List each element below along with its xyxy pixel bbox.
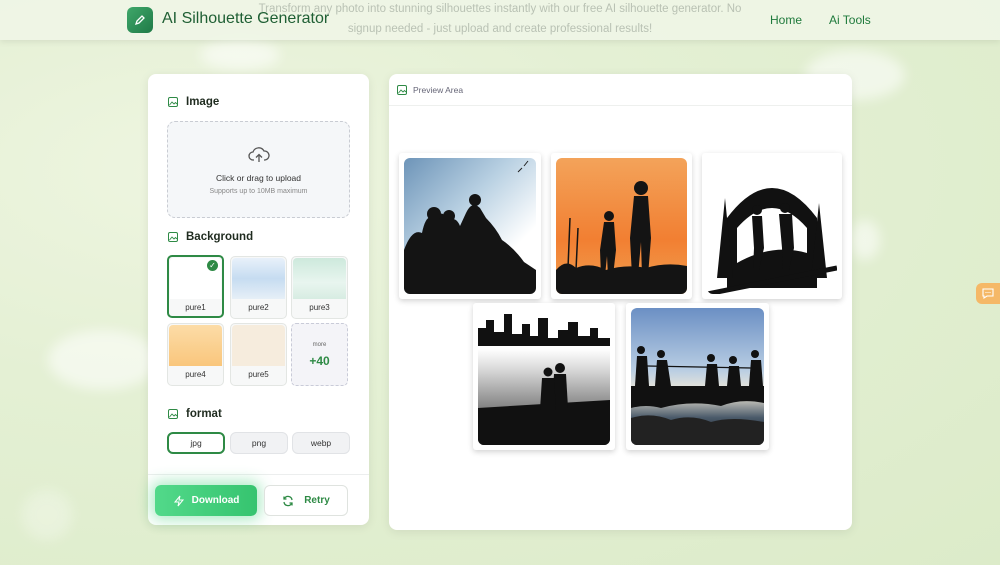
- background-option-pure5[interactable]: pure5: [230, 323, 287, 386]
- format-jpg[interactable]: jpg: [167, 432, 225, 454]
- chat-button[interactable]: [976, 283, 1000, 304]
- background-option-pure4[interactable]: pure4: [167, 323, 224, 386]
- image-icon: [397, 84, 407, 95]
- silhouette-image: [478, 308, 610, 445]
- nav-ai-tools[interactable]: Ai Tools: [829, 13, 871, 27]
- silhouette-image: [556, 158, 687, 294]
- image-icon: [168, 97, 178, 107]
- silhouette-image: [404, 158, 536, 294]
- silhouette-image: [707, 158, 837, 294]
- logo-icon[interactable]: [127, 7, 153, 33]
- background-option-pure1[interactable]: ✓ pure1: [167, 255, 224, 318]
- image-section-title: Image: [168, 96, 219, 108]
- nav-home[interactable]: Home: [770, 13, 802, 27]
- settings-panel: Image Click or drag to upload Supports u…: [148, 74, 369, 525]
- preview-thumbnail[interactable]: [626, 303, 769, 450]
- format-webp[interactable]: webp: [292, 432, 350, 454]
- brand-title[interactable]: AI Silhouette Generator: [162, 10, 329, 28]
- preview-thumbnail[interactable]: [551, 153, 692, 299]
- format-section-title: format: [168, 408, 222, 420]
- top-header: Transform any photo into stunning silhou…: [0, 0, 1000, 40]
- format-png[interactable]: png: [230, 432, 288, 454]
- image-icon: [168, 409, 178, 419]
- bg-blob: [850, 220, 880, 260]
- background-option-pure3[interactable]: pure3: [291, 256, 348, 319]
- image-icon: [168, 232, 178, 242]
- cloud-upload-icon: [248, 147, 270, 162]
- preview-panel: Preview Area: [389, 74, 852, 530]
- preview-thumbnail[interactable]: [473, 303, 615, 450]
- more-backgrounds-button[interactable]: more +40: [291, 323, 348, 386]
- background-option-pure2[interactable]: pure2: [230, 256, 287, 319]
- upload-hint: Supports up to 10MB maximum: [209, 188, 308, 195]
- chat-icon: [982, 288, 994, 299]
- upload-text: Click or drag to upload: [215, 173, 302, 183]
- refresh-icon: [283, 495, 293, 506]
- preview-thumbnail[interactable]: [702, 153, 842, 299]
- check-icon: ✓: [207, 260, 218, 271]
- divider: [148, 474, 369, 475]
- retry-button[interactable]: Retry: [264, 485, 348, 516]
- lightning-icon: [173, 495, 184, 506]
- silhouette-image: [631, 308, 764, 445]
- bg-blob: [22, 490, 72, 540]
- preview-title: Preview Area: [413, 84, 464, 95]
- preview-header: Preview Area: [389, 74, 852, 106]
- download-button[interactable]: Download: [155, 485, 257, 516]
- upload-dropzone[interactable]: Click or drag to upload Supports up to 1…: [167, 121, 350, 218]
- preview-thumbnail[interactable]: [399, 153, 541, 299]
- bg-blob: [200, 40, 280, 70]
- background-section-title: Background: [168, 231, 253, 243]
- bg-blob: [48, 330, 158, 390]
